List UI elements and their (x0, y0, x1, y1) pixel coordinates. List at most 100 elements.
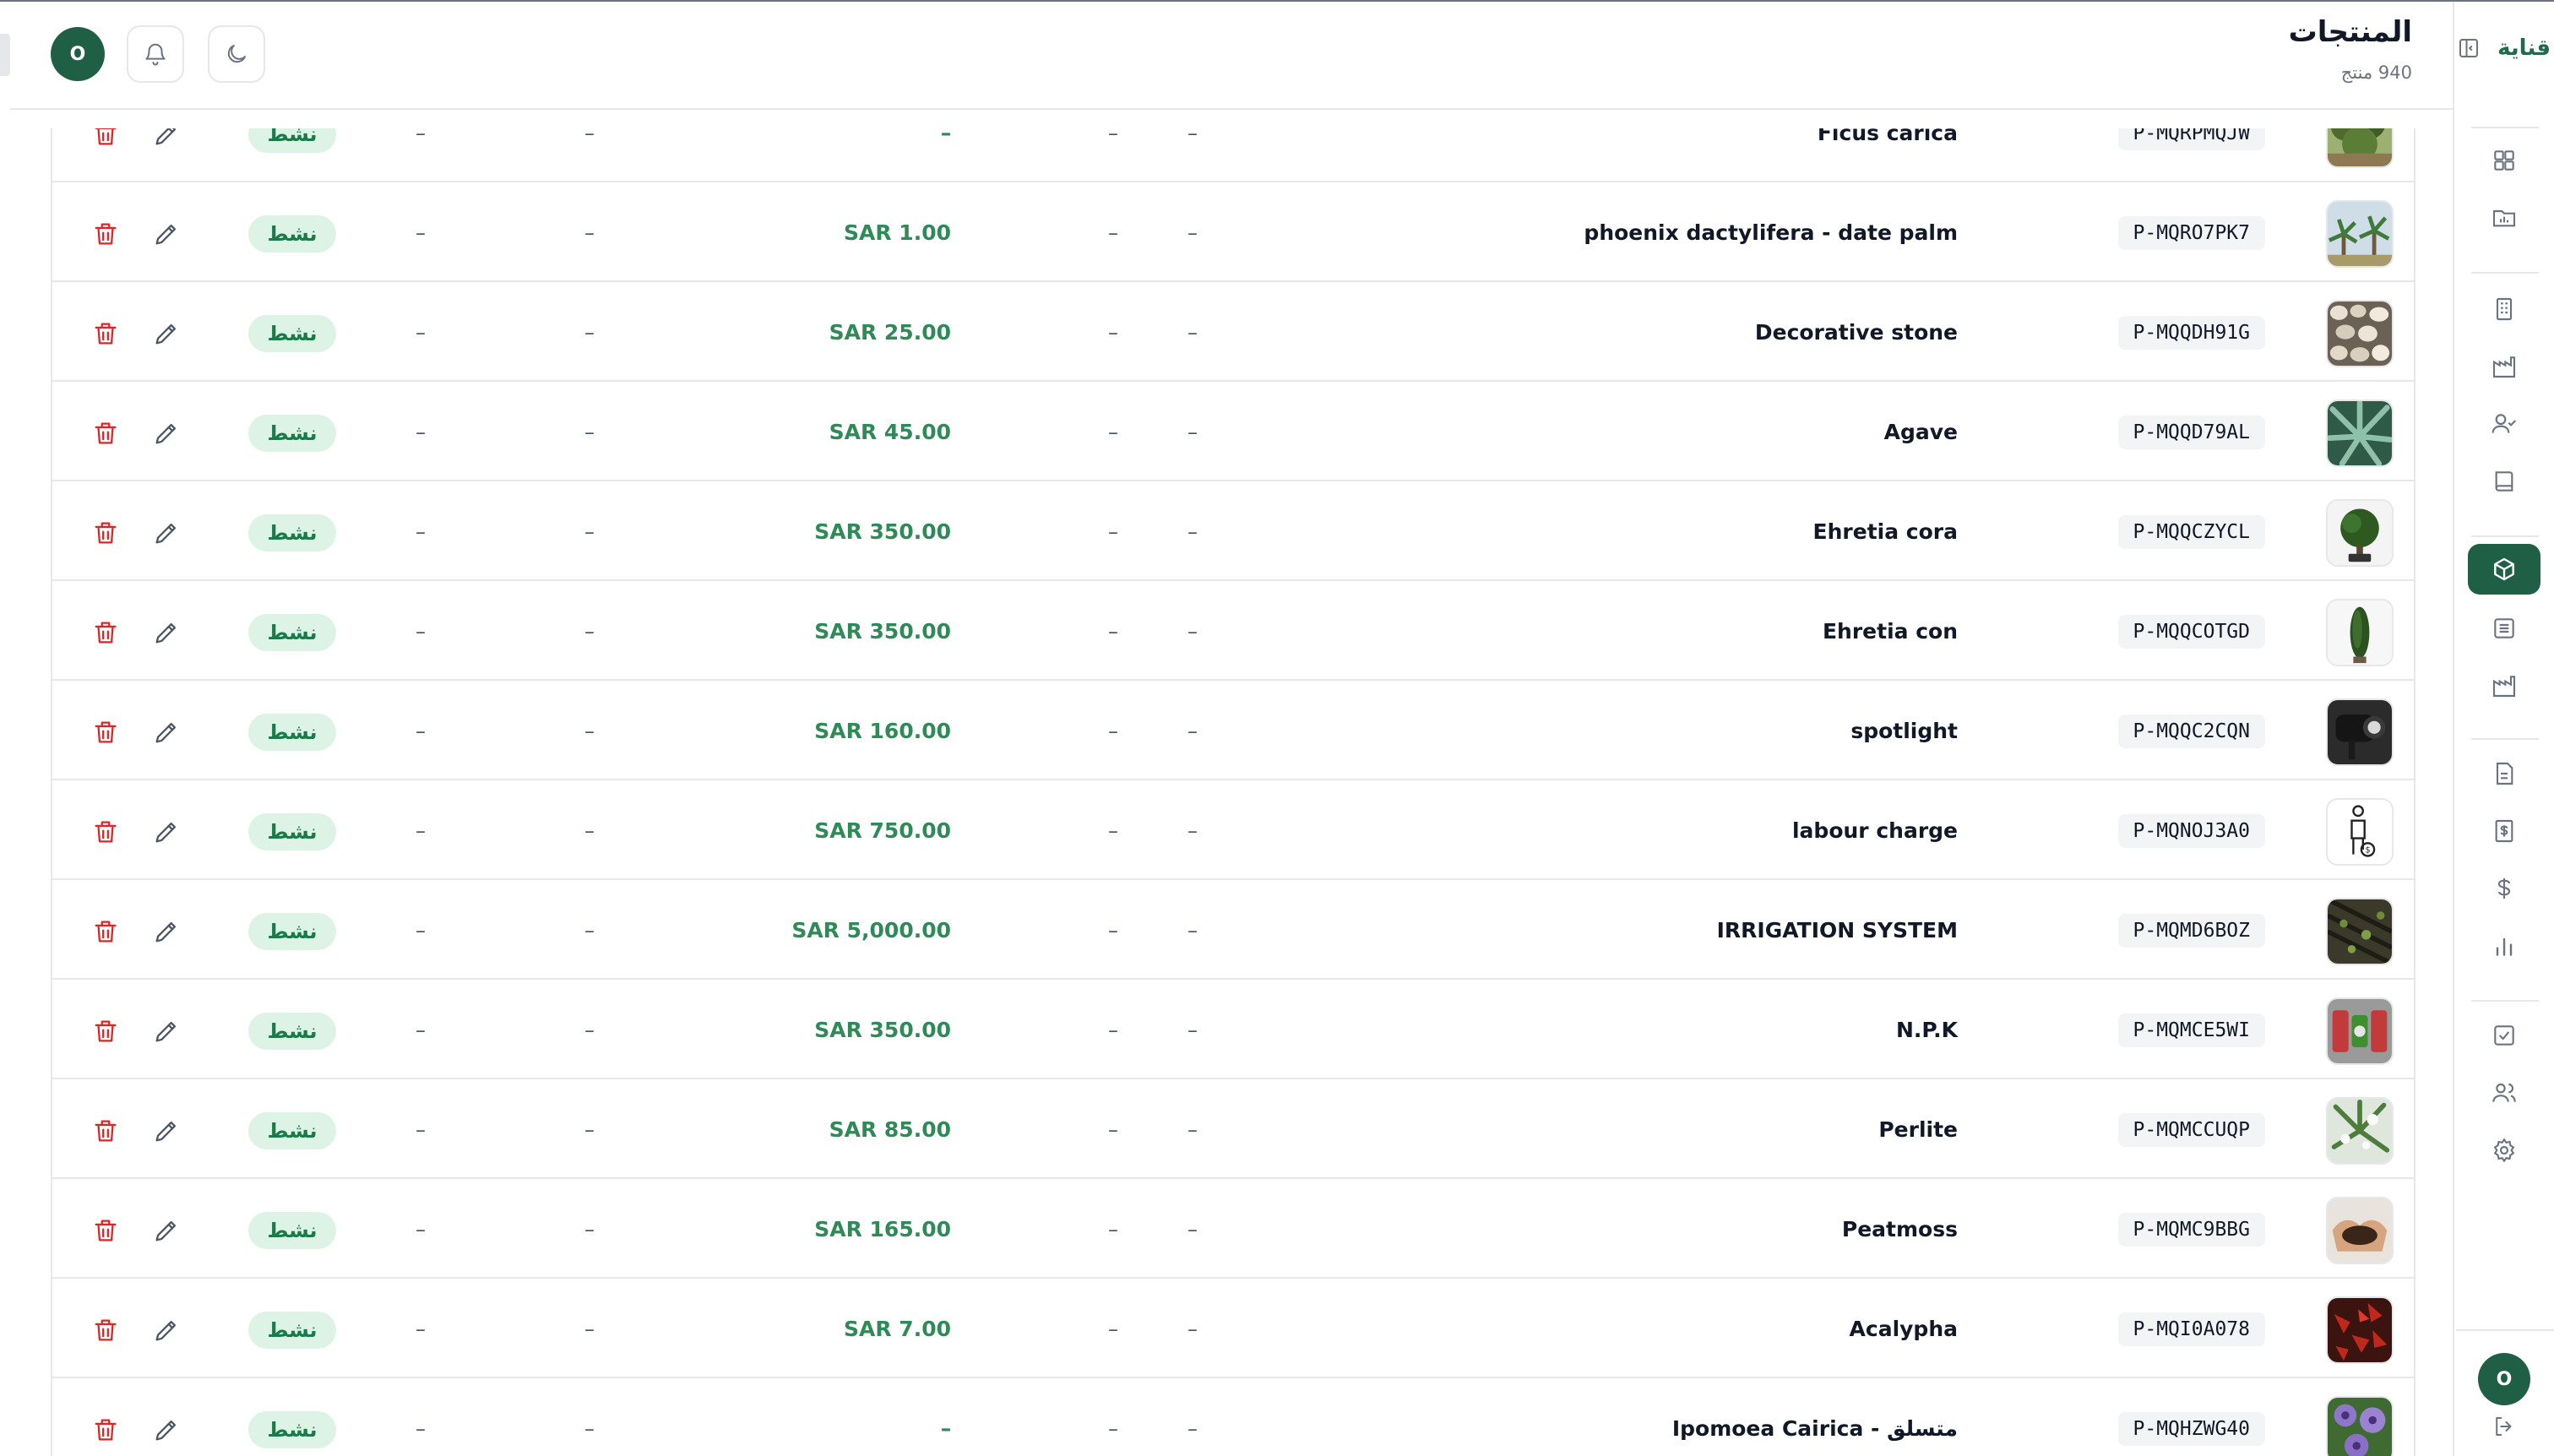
sidebar-item-catalog[interactable] (2468, 456, 2540, 507)
sidebar-item-companies[interactable] (2468, 284, 2540, 334)
table-row[interactable]: P-MQI0A078 Acalypha – – SAR 7.00 – – نشط (52, 1282, 2414, 1378)
table-row[interactable]: P-MQMCCUQP Perlite – – SAR 85.00 – – نشط (52, 1083, 2414, 1179)
product-price: SAR 750.00 (814, 818, 951, 843)
sidebar-item-payments[interactable] (2468, 863, 2540, 914)
sidebar-item-inventory[interactable] (2468, 603, 2540, 654)
delete-button[interactable] (91, 1116, 120, 1145)
table-row[interactable]: P-MQMD6BOZ IRRIGATION SYSTEM – – SAR 5,000.0… (52, 883, 2414, 980)
dark-mode-toggle[interactable] (208, 25, 265, 83)
table-row[interactable]: P-MQRO7PK7 phoenix dactylifera - date pal… (52, 186, 2414, 282)
product-price: SAR 45.00 (829, 420, 951, 444)
cell-empty: – (1187, 221, 1198, 245)
table-row[interactable]: P-MQMC9BBG Peatmoss – – SAR 165.00 – – نشط (52, 1182, 2414, 1279)
product-thumbnail (2326, 898, 2394, 965)
sidebar-item-team[interactable] (2468, 1068, 2540, 1118)
product-code: P-MQI0A078 (2117, 1312, 2265, 1346)
pencil-icon (155, 523, 177, 544)
edit-button[interactable] (152, 519, 181, 547)
delete-button[interactable] (91, 419, 120, 448)
delete-button[interactable] (91, 618, 120, 647)
delete-button[interactable] (91, 319, 120, 348)
sidebar-item-invoices[interactable] (2468, 806, 2540, 856)
table-row[interactable]: P-MQMCE5WI N.P.K – – SAR 350.00 – – نشط (52, 983, 2414, 1079)
nav-separator (2471, 535, 2539, 537)
edit-button[interactable] (152, 128, 181, 149)
product-name: IRRIGATION SYSTEM (1716, 918, 1958, 943)
notifications-button[interactable] (127, 25, 184, 83)
cell-empty: – (1108, 819, 1118, 843)
delete-button[interactable] (91, 1415, 120, 1444)
edit-button[interactable] (152, 618, 181, 647)
table-row[interactable]: P-MQRPMQJW Ficus carica – – – – – نشط (52, 128, 2414, 182)
edit-button[interactable] (152, 1017, 181, 1046)
delete-button[interactable] (91, 818, 120, 846)
delete-button[interactable] (91, 718, 120, 747)
product-name: N.P.K (1895, 1018, 1958, 1042)
trash-icon (95, 422, 117, 444)
table-row[interactable]: P-MQQC2CQN spotlight – – SAR 160.00 – – نشط (52, 684, 2414, 780)
table-row[interactable]: P-MQQD79AL Agave – – SAR 45.00 – – نشط (52, 385, 2414, 481)
sidebar-collapse-button[interactable] (2456, 35, 2481, 61)
sidebar-item-products[interactable] (2468, 544, 2540, 595)
delete-button[interactable] (91, 1017, 120, 1046)
product-price: SAR 350.00 (814, 519, 951, 544)
table-row[interactable]: P-MQQDH91G Decorative stone – – SAR 25.00 – – ن… (52, 285, 2414, 382)
delete-button[interactable] (91, 1216, 120, 1245)
sidebar-user-avatar[interactable]: O (2478, 1353, 2530, 1405)
logout-button[interactable] (2492, 1414, 2517, 1439)
cell-empty: – (416, 221, 426, 245)
pencil-icon (155, 1121, 177, 1142)
delete-button[interactable] (91, 1316, 120, 1345)
pencil-icon (155, 1420, 177, 1441)
dollar-icon (2497, 878, 2511, 899)
sidebar-item-tasks[interactable] (2468, 1010, 2540, 1061)
edit-button[interactable] (152, 1415, 181, 1444)
sidebar-item-projects[interactable] (2468, 193, 2540, 243)
edit-button[interactable] (152, 1316, 181, 1345)
cell-empty: – (416, 1317, 426, 1341)
table-row[interactable]: P-MQQCZYCL Ehretia cora – – SAR 350.00 – – نشط (52, 485, 2414, 581)
table-row[interactable]: P-MQQCOTGD Ehretia con – – SAR 350.00 – – نشط (52, 584, 2414, 681)
cell-empty: – (584, 919, 595, 943)
edit-button[interactable] (152, 419, 181, 448)
trash-icon (95, 128, 117, 145)
product-name: phoenix dactylifera - date palm (1584, 220, 1958, 245)
edit-button[interactable] (152, 917, 181, 946)
edit-button[interactable] (152, 1216, 181, 1245)
cell-empty: – (1187, 1417, 1198, 1441)
user-avatar-button[interactable]: O (51, 27, 105, 81)
trash-icon (95, 821, 117, 843)
user-check-icon (2492, 414, 2517, 433)
cell-empty: – (416, 520, 426, 544)
pencil-icon (155, 722, 177, 743)
cell-empty: – (584, 1317, 595, 1341)
delete-button[interactable] (91, 128, 120, 149)
sidebar-item-settings[interactable] (2468, 1125, 2540, 1176)
edit-button[interactable] (152, 718, 181, 747)
sidebar-item-reports[interactable] (2468, 921, 2540, 971)
delete-button[interactable] (91, 917, 120, 946)
pencil-icon (155, 622, 177, 644)
cell-empty: – (584, 720, 595, 743)
delete-button[interactable] (91, 220, 120, 248)
cell-empty: – (416, 919, 426, 943)
edit-button[interactable] (152, 1116, 181, 1145)
brand-logo[interactable]: قناية (2486, 35, 2554, 66)
delete-button[interactable] (91, 519, 120, 547)
cell-empty: – (1108, 1019, 1118, 1042)
cell-empty: – (1108, 421, 1118, 444)
edit-button[interactable] (152, 818, 181, 846)
sidebar-item-warehouses[interactable] (2468, 660, 2540, 711)
product-code: P-MQMC9BBG (2117, 1213, 2265, 1247)
edit-button[interactable] (152, 319, 181, 348)
edit-button[interactable] (152, 220, 181, 248)
product-thumbnail (2326, 300, 2394, 367)
cell-empty: – (1187, 520, 1198, 544)
sidebar-item-quotes[interactable] (2468, 748, 2540, 799)
nav-separator (2471, 272, 2539, 274)
table-row[interactable]: P-MQHZWG40 Ipomoea Cairica - متسلق – – – – – نش… (52, 1382, 2414, 1456)
sidebar-item-suppliers[interactable] (2468, 341, 2540, 392)
sidebar-item-customers[interactable] (2468, 399, 2540, 449)
sidebar-item-dashboard[interactable] (2468, 135, 2540, 186)
table-row[interactable]: $ P-MQNOJ3A0 labour charge – – SAR 750.00 – – نش… (52, 784, 2414, 880)
